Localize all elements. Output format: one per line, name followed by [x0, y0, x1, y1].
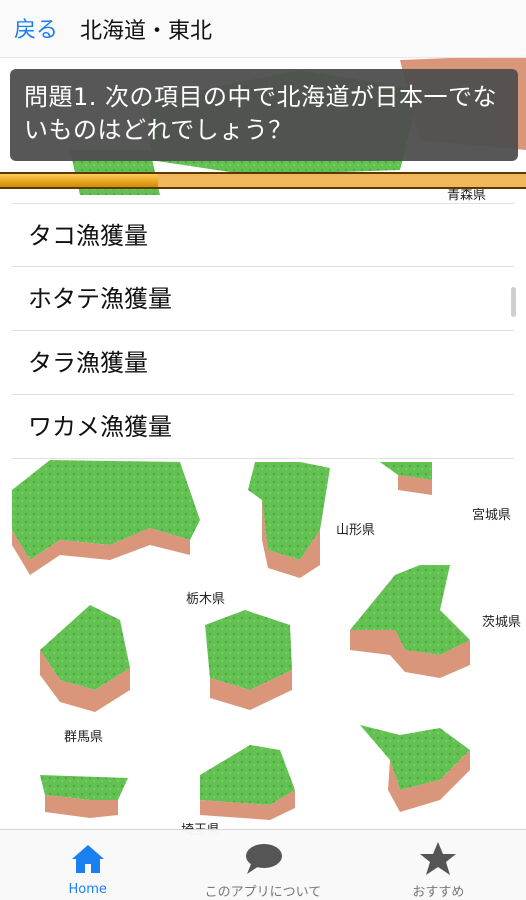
back-button[interactable]: 戻る: [14, 12, 58, 44]
tab-about-label: このアプリについて: [204, 885, 322, 900]
progress-bar: [0, 172, 526, 189]
map-label-yamagata: 山形県: [336, 523, 376, 538]
map-label-gunma: 群馬県: [64, 730, 104, 745]
navigation-bar: 戻る 北海道・東北: [0, 0, 526, 58]
tab-about[interactable]: このアプリについて: [175, 830, 350, 900]
map-label-tochigi: 栃木県: [186, 592, 226, 607]
nav-title: 北海道・東北: [80, 19, 213, 44]
star-icon: [418, 840, 458, 877]
answer-option-2[interactable]: ホタテ漁獲量: [12, 267, 514, 331]
tab-recommend-label: おすすめ: [412, 885, 465, 900]
tab-recommend[interactable]: おすすめ: [351, 830, 526, 900]
progress-fill: [0, 174, 158, 187]
home-icon: [68, 840, 108, 878]
tab-bar: Home このアプリについて おすすめ: [0, 829, 526, 900]
answer-option-3[interactable]: タラ漁獲量: [12, 331, 514, 395]
answer-option-4[interactable]: ワカメ漁獲量: [12, 395, 514, 459]
map-label-ibaraki: 茨城県: [482, 615, 522, 630]
tab-home-label: Home: [68, 882, 107, 897]
speech-bubble-icon: [243, 840, 283, 877]
tab-home[interactable]: Home: [0, 830, 175, 900]
scroll-indicator: [511, 287, 516, 317]
answer-option-1[interactable]: タコ漁獲量: [12, 203, 514, 267]
question-banner: 問題1. 次の項目の中で北海道が日本一でないものはどれでしょう？: [10, 69, 518, 161]
map-label-miyagi: 宮城県: [472, 508, 512, 523]
question-text: 問題1. 次の項目の中で北海道が日本一でないものはどれでしょう？: [24, 83, 498, 144]
answer-list: タコ漁獲量 ホタテ漁獲量 タラ漁獲量 ワカメ漁獲量: [12, 203, 514, 459]
